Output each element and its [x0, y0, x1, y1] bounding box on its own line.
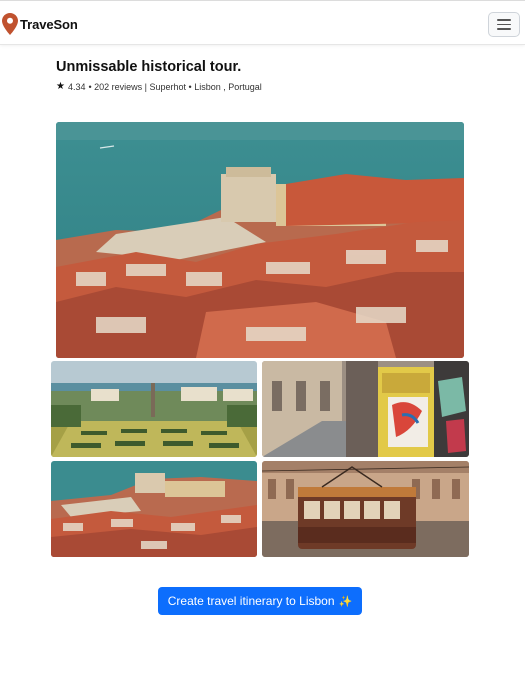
brand-name: TraveSon	[20, 16, 78, 32]
tour-details: • 202 reviews | Superhot • Lisbon , Port…	[88, 81, 262, 92]
hamburger-menu-icon	[497, 19, 511, 21]
lisbon-rooftops-sea-photo[interactable]	[51, 461, 257, 557]
tour-title: Unmissable historical tour.	[56, 59, 242, 75]
sparkle-icon: ✨	[338, 595, 353, 608]
park-garden-photo[interactable]	[51, 361, 257, 457]
star-icon: ★	[56, 81, 65, 92]
brand-logo[interactable]: TraveSon	[2, 13, 78, 35]
navbar: TraveSon	[0, 0, 525, 45]
vintage-tram-photo[interactable]	[262, 461, 469, 557]
hamburger-menu-button[interactable]	[488, 12, 520, 37]
map-pin-icon	[2, 13, 18, 35]
tour-meta: ★ 4.34 • 202 reviews | Superhot • Lisbon…	[56, 81, 262, 92]
tram-street-graffiti-photo[interactable]	[262, 361, 469, 457]
rating-value: 4.34	[67, 81, 86, 92]
create-itinerary-label: Create travel itinerary to Lisbon	[167, 594, 335, 608]
create-itinerary-button[interactable]: Create travel itinerary to Lisbon ✨	[158, 587, 362, 615]
lisbon-harbor-rooftops-photo[interactable]	[56, 122, 464, 358]
